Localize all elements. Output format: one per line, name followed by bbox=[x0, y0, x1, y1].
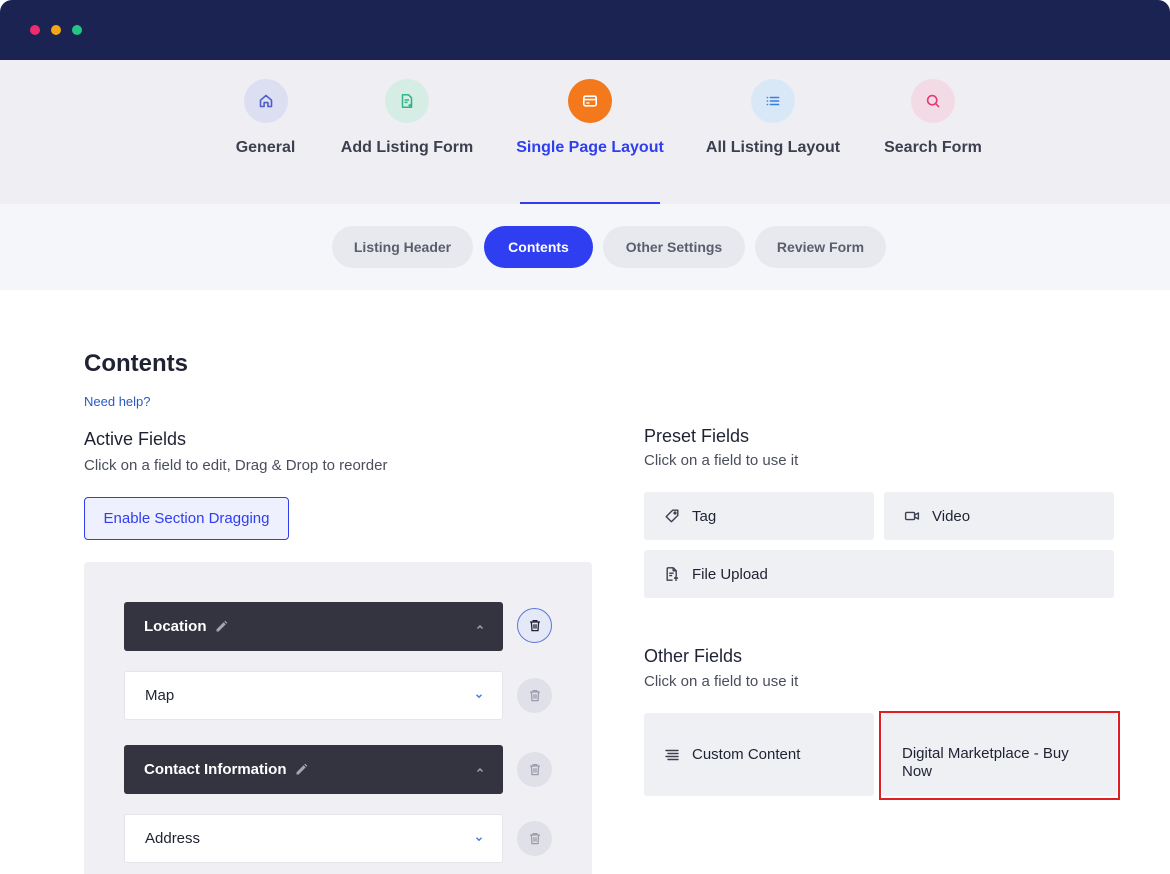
tab-single-page-icon-circle bbox=[568, 79, 612, 123]
tab-search-form[interactable]: Search Form bbox=[883, 60, 983, 204]
tab-search-label: Search Form bbox=[884, 139, 982, 156]
preset-field-video[interactable]: Video bbox=[884, 492, 1114, 540]
page-title: Contents bbox=[84, 350, 188, 377]
preset-field-file-upload[interactable]: File Upload bbox=[644, 550, 1114, 598]
trash-icon bbox=[529, 832, 540, 845]
field-row-contact-information[interactable]: Contact Information bbox=[124, 745, 503, 794]
other-field-custom-content[interactable]: Custom Content bbox=[644, 713, 874, 796]
trash-icon bbox=[529, 689, 540, 702]
preset-field-label: Video bbox=[932, 507, 971, 525]
preset-field-label: Tag bbox=[692, 507, 717, 525]
tab-general-icon-circle bbox=[243, 79, 288, 123]
trash-icon bbox=[529, 763, 540, 776]
sub-tabs-bar: Listing Header Contents Other Settings R… bbox=[0, 204, 1170, 290]
tab-all-listing-icon-circle bbox=[751, 79, 795, 123]
home-icon bbox=[259, 94, 272, 108]
file-upload-icon bbox=[664, 566, 684, 582]
chevron-up-icon[interactable] bbox=[475, 765, 485, 775]
field-row-label: Map bbox=[145, 687, 175, 704]
delete-contact-information-button[interactable] bbox=[517, 752, 552, 787]
other-fields-title: Other Fields bbox=[644, 646, 743, 666]
field-row-label: Contact Information bbox=[144, 761, 287, 778]
active-fields-title: Active Fields bbox=[84, 429, 187, 449]
highlight-box bbox=[879, 711, 1120, 800]
other-field-label: Custom Content bbox=[692, 746, 801, 763]
search-icon bbox=[926, 94, 940, 108]
active-fields-subtitle: Click on a field to edit, Drag & Drop to… bbox=[84, 457, 388, 474]
card-layout-icon bbox=[582, 95, 597, 107]
tab-add-listing-label: Add Listing Form bbox=[340, 139, 474, 156]
field-row-map[interactable]: Map bbox=[124, 671, 503, 720]
pencil-icon[interactable] bbox=[215, 620, 228, 633]
enable-section-dragging-button[interactable]: Enable Section Dragging bbox=[84, 497, 289, 540]
video-camera-icon bbox=[904, 508, 924, 524]
tab-all-listing-layout[interactable]: All Listing Layout bbox=[706, 60, 840, 204]
delete-map-button[interactable] bbox=[517, 678, 552, 713]
preset-field-label: File Upload bbox=[692, 565, 768, 583]
preset-fields-title: Preset Fields bbox=[644, 426, 750, 446]
field-row-location[interactable]: Location bbox=[124, 602, 503, 651]
other-fields-subtitle: Click on a field to use it bbox=[644, 673, 799, 690]
subtab-other-settings[interactable]: Other Settings bbox=[603, 226, 745, 268]
need-help-link[interactable]: Need help? bbox=[84, 394, 151, 409]
chevron-down-icon[interactable] bbox=[474, 691, 484, 701]
maximize-dot[interactable] bbox=[72, 25, 82, 35]
preset-fields-subtitle: Click on a field to use it bbox=[644, 452, 799, 469]
form-document-icon bbox=[401, 94, 413, 108]
tab-all-listing-label: All Listing Layout bbox=[705, 139, 841, 156]
minimize-dot[interactable] bbox=[51, 25, 61, 35]
tab-single-page-label: Single Page Layout bbox=[516, 139, 664, 156]
list-icon bbox=[766, 96, 780, 106]
subtab-review-form[interactable]: Review Form bbox=[755, 226, 886, 268]
preset-field-tag[interactable]: Tag bbox=[644, 492, 874, 540]
tab-search-icon-circle bbox=[911, 79, 955, 123]
main-tabs-bar: General Add Listing Form Single Page Lay… bbox=[0, 60, 1170, 204]
field-row-label: Location bbox=[144, 618, 207, 635]
tab-general-label: General bbox=[235, 139, 296, 156]
subtab-listing-header[interactable]: Listing Header bbox=[332, 226, 473, 268]
tab-single-page-layout[interactable]: Single Page Layout bbox=[516, 60, 664, 204]
text-align-icon bbox=[664, 747, 684, 763]
subtab-contents[interactable]: Contents bbox=[484, 226, 593, 268]
chevron-down-icon[interactable] bbox=[474, 834, 484, 844]
tag-icon bbox=[664, 508, 684, 524]
chevron-up-icon[interactable] bbox=[475, 622, 485, 632]
delete-location-button[interactable] bbox=[517, 608, 552, 643]
tab-add-listing-icon-circle bbox=[385, 79, 429, 123]
tab-add-listing-form[interactable]: Add Listing Form bbox=[341, 60, 473, 204]
close-dot[interactable] bbox=[30, 25, 40, 35]
field-row-address[interactable]: Address bbox=[124, 814, 503, 863]
field-row-label: Address bbox=[145, 830, 201, 847]
pencil-icon[interactable] bbox=[295, 763, 308, 776]
trash-icon bbox=[529, 619, 540, 632]
delete-address-button[interactable] bbox=[517, 821, 552, 856]
tab-general[interactable]: General bbox=[232, 60, 299, 204]
window-titlebar bbox=[0, 0, 1170, 60]
